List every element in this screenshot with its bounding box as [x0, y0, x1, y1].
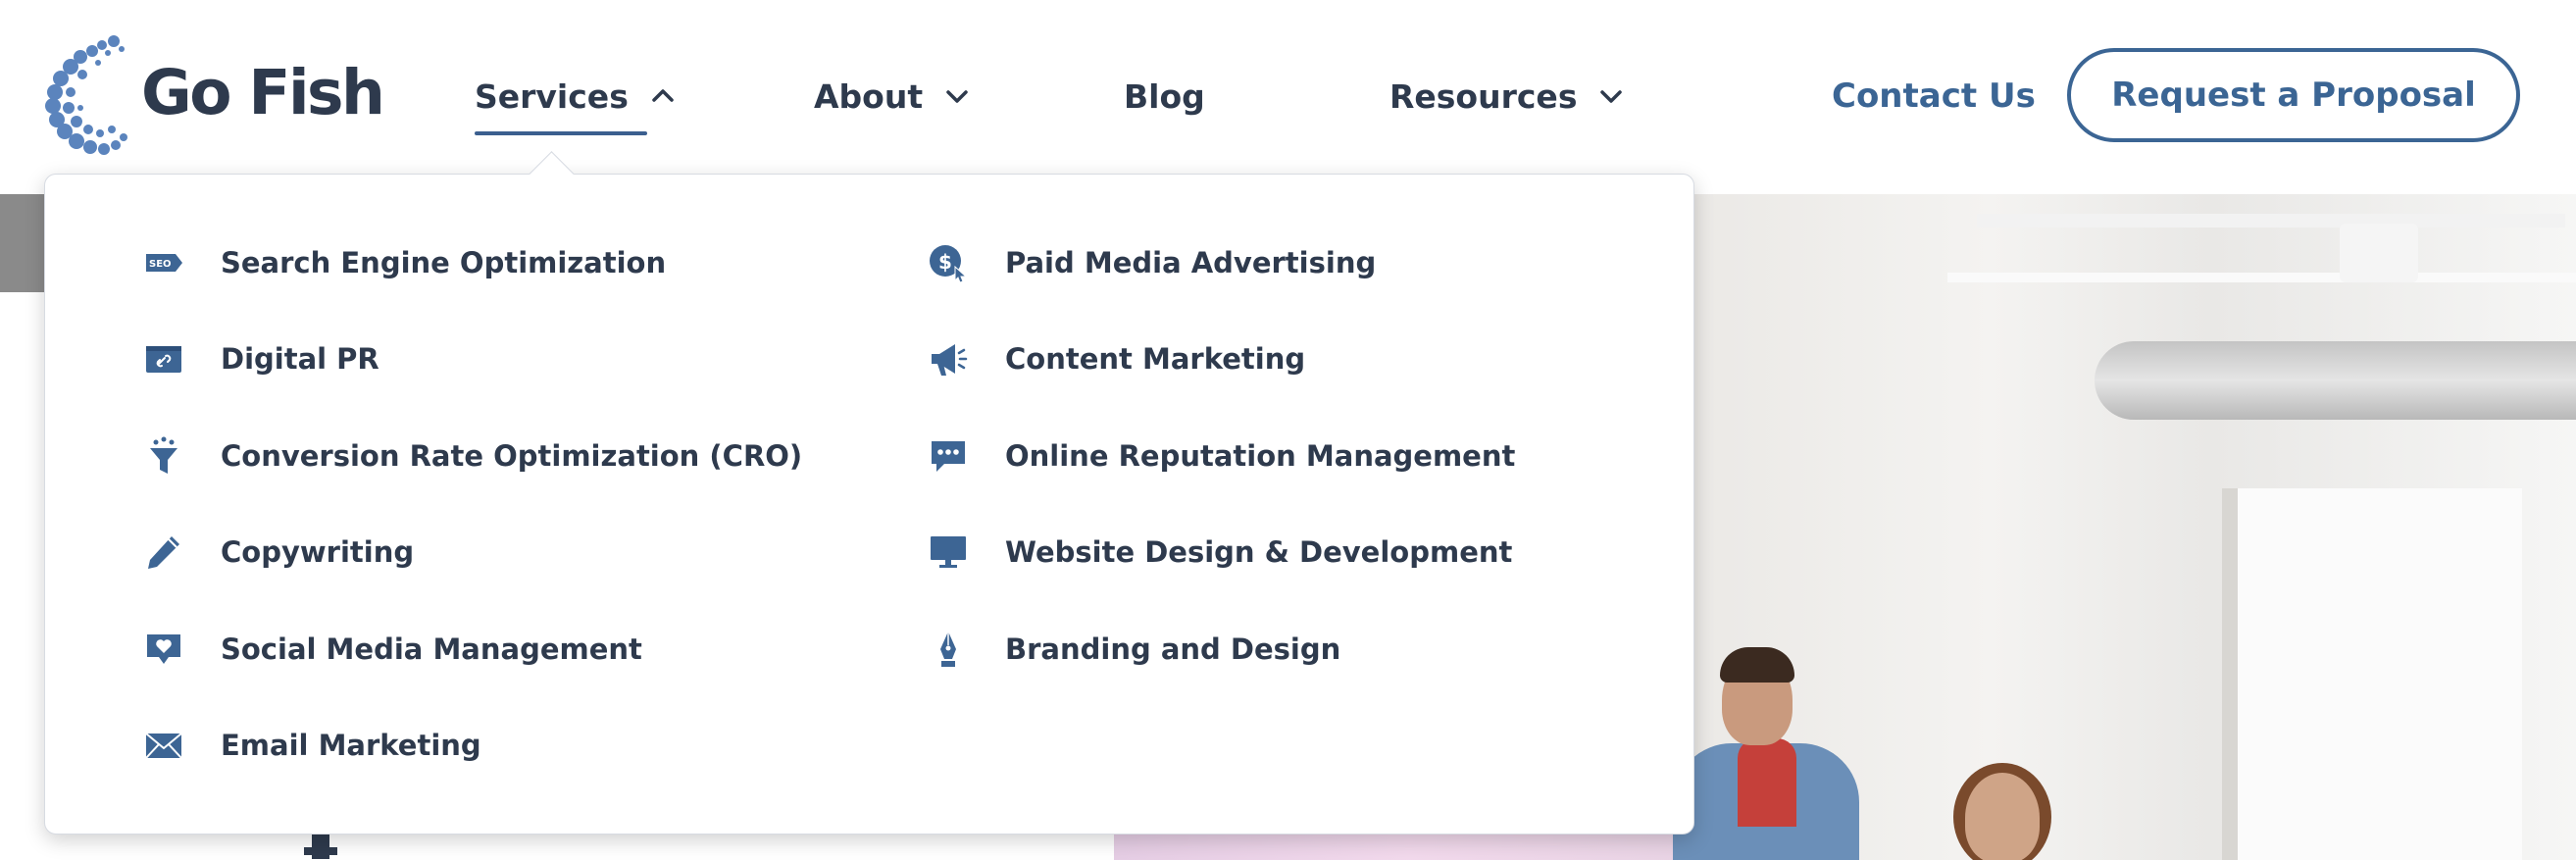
- heart-message-icon: [144, 630, 183, 669]
- menu-item-label: Email Marketing: [221, 729, 481, 762]
- menu-item-content-marketing[interactable]: Content Marketing: [929, 331, 1305, 386]
- services-dropdown-menu: SEO Search Engine Optimization Digital P…: [44, 174, 1694, 835]
- nav-blog[interactable]: Blog: [1124, 67, 1205, 126]
- pen-nib-icon: [929, 630, 968, 669]
- menu-item-label: Social Media Management: [221, 632, 642, 666]
- funnel-icon: [144, 436, 183, 476]
- menu-item-branding[interactable]: Branding and Design: [929, 622, 1340, 677]
- fish-bubbles-logo-icon: [45, 35, 127, 155]
- nav-about[interactable]: About: [814, 67, 970, 126]
- svg-text:SEO: SEO: [149, 259, 172, 270]
- nav-services-label: Services: [475, 76, 629, 116]
- menu-item-label: Paid Media Advertising: [1005, 246, 1377, 279]
- link-card-icon: [144, 339, 183, 379]
- menu-item-paid-media[interactable]: $ Paid Media Advertising: [929, 235, 1376, 290]
- seo-tag-icon: SEO: [144, 243, 183, 282]
- svg-text:$: $: [938, 250, 952, 274]
- megaphone-icon: [929, 339, 968, 379]
- menu-item-label: Digital PR: [221, 342, 379, 376]
- nav-resources-label: Resources: [1389, 76, 1578, 116]
- dollar-cursor-icon: $: [929, 243, 968, 282]
- nav-about-label: About: [814, 76, 924, 116]
- menu-item-label: Search Engine Optimization: [221, 246, 667, 279]
- menu-item-label: Online Reputation Management: [1005, 439, 1516, 473]
- menu-item-cro[interactable]: Conversion Rate Optimization (CRO): [144, 429, 802, 483]
- menu-item-label: Conversion Rate Optimization (CRO): [221, 439, 803, 473]
- chevron-down-icon: [944, 83, 970, 109]
- menu-item-digital-pr[interactable]: Digital PR: [144, 331, 379, 386]
- site-header: Go Fish Services About Blog Resources Co…: [0, 0, 2576, 194]
- chat-bubble-icon: [929, 436, 968, 476]
- menu-item-reputation-management[interactable]: Online Reputation Management: [929, 429, 1515, 483]
- menu-item-copywriting[interactable]: Copywriting: [144, 525, 414, 580]
- menu-item-label: Content Marketing: [1005, 342, 1306, 376]
- nav-blog-label: Blog: [1124, 76, 1205, 116]
- nav-resources[interactable]: Resources: [1389, 67, 1624, 126]
- menu-item-label: Copywriting: [221, 535, 415, 569]
- monitor-icon: [929, 532, 968, 572]
- active-nav-underline: [475, 131, 647, 135]
- contact-us-link[interactable]: Contact Us: [1832, 69, 2036, 124]
- brand-name: Go Fish: [141, 57, 385, 128]
- chevron-down-icon: [1598, 83, 1624, 109]
- request-proposal-button[interactable]: Request a Proposal: [2067, 48, 2520, 142]
- envelope-icon: [144, 726, 183, 765]
- menu-item-web-design[interactable]: Website Design & Development: [929, 525, 1512, 580]
- site-logo[interactable]: Go Fish: [43, 35, 385, 157]
- menu-item-social-media[interactable]: Social Media Management: [144, 622, 642, 677]
- chevron-up-icon: [650, 83, 676, 109]
- menu-item-label: Website Design & Development: [1005, 535, 1513, 569]
- menu-item-seo[interactable]: SEO Search Engine Optimization: [144, 235, 666, 290]
- nav-services[interactable]: Services: [475, 67, 676, 126]
- menu-item-email-marketing[interactable]: Email Marketing: [144, 718, 481, 773]
- menu-item-label: Branding and Design: [1005, 632, 1341, 666]
- pencil-icon: [144, 532, 183, 572]
